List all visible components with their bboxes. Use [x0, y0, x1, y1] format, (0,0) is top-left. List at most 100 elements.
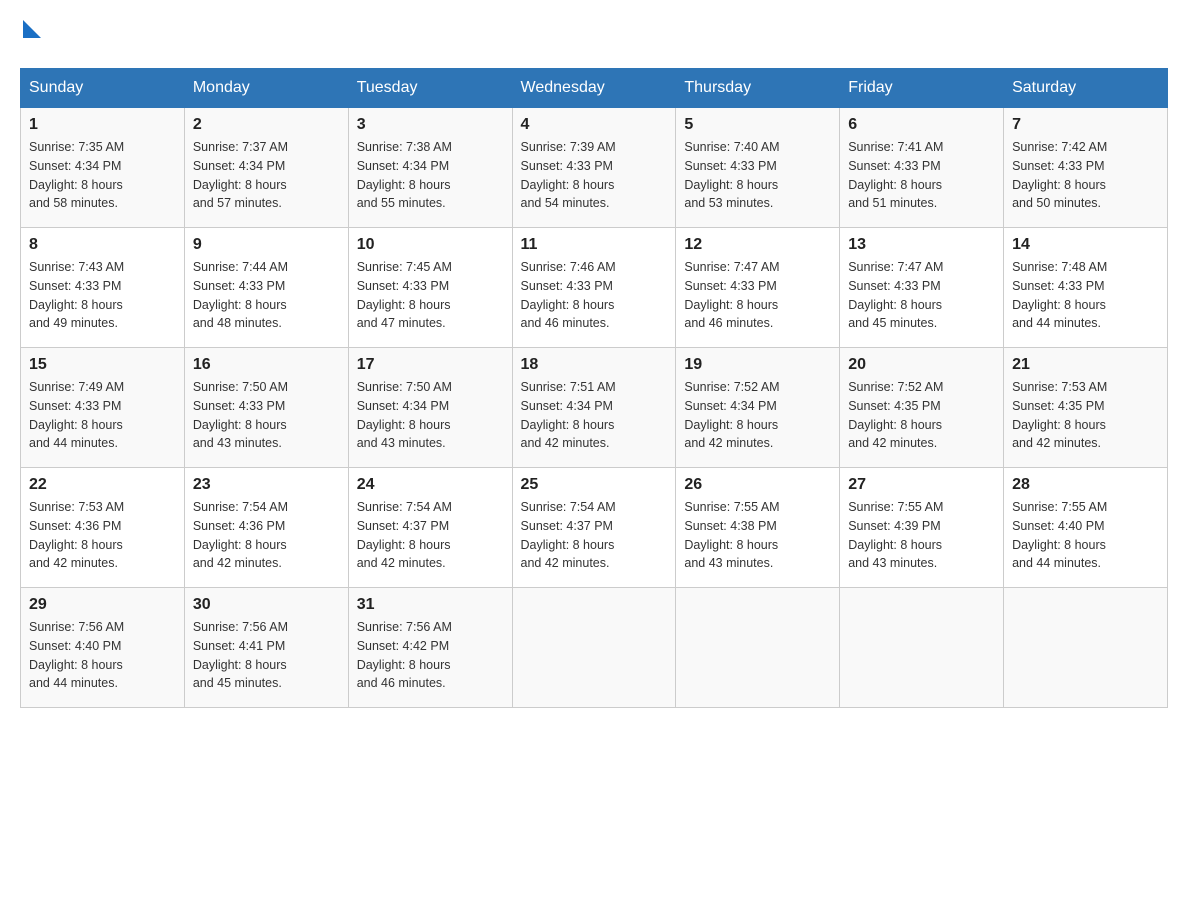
- day-cell: 3 Sunrise: 7:38 AM Sunset: 4:34 PM Dayli…: [348, 108, 512, 228]
- day-info: Sunrise: 7:54 AM Sunset: 4:37 PM Dayligh…: [521, 498, 668, 573]
- day-cell: 22 Sunrise: 7:53 AM Sunset: 4:36 PM Dayl…: [21, 468, 185, 588]
- day-cell: 10 Sunrise: 7:45 AM Sunset: 4:33 PM Dayl…: [348, 228, 512, 348]
- day-info: Sunrise: 7:44 AM Sunset: 4:33 PM Dayligh…: [193, 258, 340, 333]
- day-number: 11: [521, 236, 668, 254]
- day-info: Sunrise: 7:39 AM Sunset: 4:33 PM Dayligh…: [521, 138, 668, 213]
- day-number: 19: [684, 356, 831, 374]
- day-info: Sunrise: 7:54 AM Sunset: 4:37 PM Dayligh…: [357, 498, 504, 573]
- day-info: Sunrise: 7:49 AM Sunset: 4:33 PM Dayligh…: [29, 378, 176, 453]
- day-number: 4: [521, 116, 668, 134]
- week-row-3: 15 Sunrise: 7:49 AM Sunset: 4:33 PM Dayl…: [21, 348, 1168, 468]
- day-info: Sunrise: 7:47 AM Sunset: 4:33 PM Dayligh…: [848, 258, 995, 333]
- day-info: Sunrise: 7:56 AM Sunset: 4:41 PM Dayligh…: [193, 618, 340, 693]
- column-header-monday: Monday: [184, 69, 348, 108]
- day-info: Sunrise: 7:46 AM Sunset: 4:33 PM Dayligh…: [521, 258, 668, 333]
- day-number: 25: [521, 476, 668, 494]
- day-cell: 15 Sunrise: 7:49 AM Sunset: 4:33 PM Dayl…: [21, 348, 185, 468]
- day-info: Sunrise: 7:56 AM Sunset: 4:42 PM Dayligh…: [357, 618, 504, 693]
- day-info: Sunrise: 7:52 AM Sunset: 4:35 PM Dayligh…: [848, 378, 995, 453]
- column-header-saturday: Saturday: [1004, 69, 1168, 108]
- day-number: 14: [1012, 236, 1159, 254]
- column-header-sunday: Sunday: [21, 69, 185, 108]
- page-header: [20, 20, 1168, 48]
- column-header-tuesday: Tuesday: [348, 69, 512, 108]
- day-info: Sunrise: 7:41 AM Sunset: 4:33 PM Dayligh…: [848, 138, 995, 213]
- day-cell: 7 Sunrise: 7:42 AM Sunset: 4:33 PM Dayli…: [1004, 108, 1168, 228]
- day-cell: 21 Sunrise: 7:53 AM Sunset: 4:35 PM Dayl…: [1004, 348, 1168, 468]
- day-number: 13: [848, 236, 995, 254]
- day-info: Sunrise: 7:47 AM Sunset: 4:33 PM Dayligh…: [684, 258, 831, 333]
- week-row-2: 8 Sunrise: 7:43 AM Sunset: 4:33 PM Dayli…: [21, 228, 1168, 348]
- day-cell: 1 Sunrise: 7:35 AM Sunset: 4:34 PM Dayli…: [21, 108, 185, 228]
- day-info: Sunrise: 7:42 AM Sunset: 4:33 PM Dayligh…: [1012, 138, 1159, 213]
- day-info: Sunrise: 7:56 AM Sunset: 4:40 PM Dayligh…: [29, 618, 176, 693]
- day-cell: 4 Sunrise: 7:39 AM Sunset: 4:33 PM Dayli…: [512, 108, 676, 228]
- day-cell: 19 Sunrise: 7:52 AM Sunset: 4:34 PM Dayl…: [676, 348, 840, 468]
- day-cell: 27 Sunrise: 7:55 AM Sunset: 4:39 PM Dayl…: [840, 468, 1004, 588]
- day-number: 23: [193, 476, 340, 494]
- day-cell: 25 Sunrise: 7:54 AM Sunset: 4:37 PM Dayl…: [512, 468, 676, 588]
- day-info: Sunrise: 7:53 AM Sunset: 4:36 PM Dayligh…: [29, 498, 176, 573]
- day-info: Sunrise: 7:37 AM Sunset: 4:34 PM Dayligh…: [193, 138, 340, 213]
- day-number: 16: [193, 356, 340, 374]
- logo: [20, 20, 41, 48]
- day-info: Sunrise: 7:55 AM Sunset: 4:38 PM Dayligh…: [684, 498, 831, 573]
- day-info: Sunrise: 7:55 AM Sunset: 4:39 PM Dayligh…: [848, 498, 995, 573]
- week-row-4: 22 Sunrise: 7:53 AM Sunset: 4:36 PM Dayl…: [21, 468, 1168, 588]
- week-row-5: 29 Sunrise: 7:56 AM Sunset: 4:40 PM Dayl…: [21, 588, 1168, 708]
- day-number: 22: [29, 476, 176, 494]
- day-info: Sunrise: 7:53 AM Sunset: 4:35 PM Dayligh…: [1012, 378, 1159, 453]
- day-number: 3: [357, 116, 504, 134]
- day-number: 5: [684, 116, 831, 134]
- day-cell: 12 Sunrise: 7:47 AM Sunset: 4:33 PM Dayl…: [676, 228, 840, 348]
- day-number: 28: [1012, 476, 1159, 494]
- day-number: 20: [848, 356, 995, 374]
- calendar-header-row: SundayMondayTuesdayWednesdayThursdayFrid…: [21, 69, 1168, 108]
- day-cell: [512, 588, 676, 708]
- day-cell: 11 Sunrise: 7:46 AM Sunset: 4:33 PM Dayl…: [512, 228, 676, 348]
- day-cell: 23 Sunrise: 7:54 AM Sunset: 4:36 PM Dayl…: [184, 468, 348, 588]
- column-header-wednesday: Wednesday: [512, 69, 676, 108]
- day-number: 6: [848, 116, 995, 134]
- day-number: 26: [684, 476, 831, 494]
- day-info: Sunrise: 7:43 AM Sunset: 4:33 PM Dayligh…: [29, 258, 176, 333]
- day-cell: [840, 588, 1004, 708]
- day-cell: 18 Sunrise: 7:51 AM Sunset: 4:34 PM Dayl…: [512, 348, 676, 468]
- day-number: 8: [29, 236, 176, 254]
- column-header-friday: Friday: [840, 69, 1004, 108]
- day-cell: 24 Sunrise: 7:54 AM Sunset: 4:37 PM Dayl…: [348, 468, 512, 588]
- day-number: 29: [29, 596, 176, 614]
- day-info: Sunrise: 7:40 AM Sunset: 4:33 PM Dayligh…: [684, 138, 831, 213]
- logo-arrow-icon: [23, 20, 41, 38]
- day-number: 31: [357, 596, 504, 614]
- day-info: Sunrise: 7:52 AM Sunset: 4:34 PM Dayligh…: [684, 378, 831, 453]
- day-info: Sunrise: 7:48 AM Sunset: 4:33 PM Dayligh…: [1012, 258, 1159, 333]
- day-cell: 14 Sunrise: 7:48 AM Sunset: 4:33 PM Dayl…: [1004, 228, 1168, 348]
- day-info: Sunrise: 7:55 AM Sunset: 4:40 PM Dayligh…: [1012, 498, 1159, 573]
- day-number: 2: [193, 116, 340, 134]
- day-number: 21: [1012, 356, 1159, 374]
- day-cell: [676, 588, 840, 708]
- day-number: 9: [193, 236, 340, 254]
- day-number: 7: [1012, 116, 1159, 134]
- day-number: 15: [29, 356, 176, 374]
- day-number: 24: [357, 476, 504, 494]
- day-number: 27: [848, 476, 995, 494]
- day-number: 1: [29, 116, 176, 134]
- day-cell: 13 Sunrise: 7:47 AM Sunset: 4:33 PM Dayl…: [840, 228, 1004, 348]
- day-cell: 6 Sunrise: 7:41 AM Sunset: 4:33 PM Dayli…: [840, 108, 1004, 228]
- day-number: 12: [684, 236, 831, 254]
- day-info: Sunrise: 7:54 AM Sunset: 4:36 PM Dayligh…: [193, 498, 340, 573]
- day-cell: 2 Sunrise: 7:37 AM Sunset: 4:34 PM Dayli…: [184, 108, 348, 228]
- day-number: 10: [357, 236, 504, 254]
- day-cell: 28 Sunrise: 7:55 AM Sunset: 4:40 PM Dayl…: [1004, 468, 1168, 588]
- day-info: Sunrise: 7:50 AM Sunset: 4:34 PM Dayligh…: [357, 378, 504, 453]
- day-number: 18: [521, 356, 668, 374]
- day-info: Sunrise: 7:38 AM Sunset: 4:34 PM Dayligh…: [357, 138, 504, 213]
- day-cell: 30 Sunrise: 7:56 AM Sunset: 4:41 PM Dayl…: [184, 588, 348, 708]
- day-cell: 9 Sunrise: 7:44 AM Sunset: 4:33 PM Dayli…: [184, 228, 348, 348]
- day-number: 30: [193, 596, 340, 614]
- day-info: Sunrise: 7:35 AM Sunset: 4:34 PM Dayligh…: [29, 138, 176, 213]
- day-cell: 8 Sunrise: 7:43 AM Sunset: 4:33 PM Dayli…: [21, 228, 185, 348]
- day-info: Sunrise: 7:45 AM Sunset: 4:33 PM Dayligh…: [357, 258, 504, 333]
